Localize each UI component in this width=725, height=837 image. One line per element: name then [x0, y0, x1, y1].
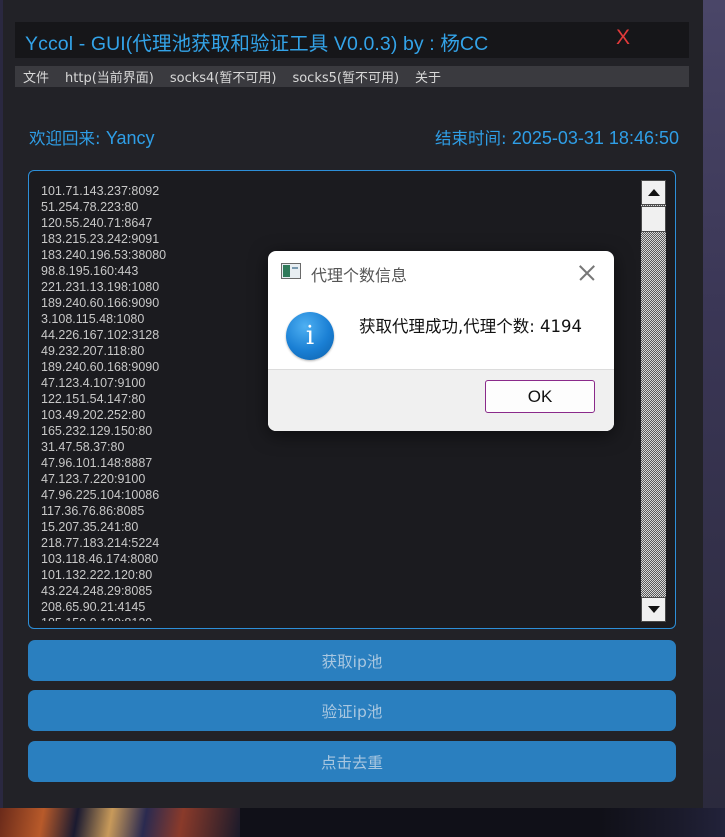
- wallpaper-art-right: [600, 808, 725, 837]
- proxy-count-dialog: 代理个数信息 i 获取代理成功,代理个数: 4194 OK: [268, 251, 614, 431]
- menu-item-about[interactable]: 关于: [407, 67, 449, 86]
- proxy-list-item[interactable]: 47.123.7.220:9100: [41, 471, 631, 487]
- proxy-list-item[interactable]: 120.55.240.71:8647: [41, 215, 631, 231]
- dialog-close-button[interactable]: [573, 259, 601, 287]
- vertical-scrollbar[interactable]: [641, 180, 666, 622]
- proxy-list-item[interactable]: 101.71.143.237:8092: [41, 183, 631, 199]
- dialog-title: 代理个数信息: [311, 266, 408, 285]
- desktop-wallpaper-bottom: [0, 808, 725, 837]
- welcome-label: 欢迎回来:: [29, 129, 106, 148]
- proxy-list-item[interactable]: 47.96.225.104:10086: [41, 487, 631, 503]
- desktop-wallpaper-strip: [703, 0, 725, 808]
- proxy-list-item[interactable]: 43.224.248.29:8085: [41, 583, 631, 599]
- dedup-button[interactable]: 点击去重: [28, 741, 676, 782]
- proxy-list-item[interactable]: 15.207.35.241:80: [41, 519, 631, 535]
- close-button[interactable]: X: [616, 26, 630, 50]
- proxy-list-item[interactable]: 185.150.0.120:8120: [41, 615, 631, 621]
- verify-ip-pool-button[interactable]: 验证ip池: [28, 690, 676, 731]
- proxy-list-item[interactable]: 183.215.23.242:9091: [41, 231, 631, 247]
- arrow-down-icon: [647, 606, 660, 613]
- proxy-list-item[interactable]: 31.47.58.37:80: [41, 439, 631, 455]
- scroll-down-button[interactable]: [641, 597, 666, 622]
- proxy-list-item[interactable]: 103.118.46.174:8080: [41, 551, 631, 567]
- scroll-up-button[interactable]: [641, 180, 666, 205]
- window-app-icon: [281, 263, 301, 279]
- scroll-thumb[interactable]: [641, 206, 666, 232]
- end-time-label: 结束时间:: [435, 129, 512, 148]
- proxy-list-item[interactable]: 101.132.222.120:80: [41, 567, 631, 583]
- proxy-list-item[interactable]: 208.65.90.21:4145: [41, 599, 631, 615]
- window-title: Yccol - GUI(代理池获取和验证工具 V0.0.3) by : 杨CC: [25, 33, 489, 55]
- ok-button[interactable]: OK: [485, 380, 595, 413]
- get-ip-pool-button[interactable]: 获取ip池: [28, 640, 676, 681]
- dialog-footer: OK: [268, 369, 614, 431]
- menu-item-socks5[interactable]: socks5(暂不可用): [284, 67, 407, 86]
- arrow-up-icon: [647, 189, 660, 196]
- menu-item-http[interactable]: http(当前界面): [57, 67, 162, 86]
- end-time: 结束时间: 2025-03-31 18:46:50: [435, 125, 679, 149]
- title-bar[interactable]: Yccol - GUI(代理池获取和验证工具 V0.0.3) by : 杨CC …: [15, 22, 689, 58]
- menu-item-file[interactable]: 文件: [15, 67, 57, 86]
- end-time-value: 2025-03-31 18:46:50: [511, 128, 679, 148]
- menu-item-socks4[interactable]: socks4(暂不可用): [162, 67, 285, 86]
- dialog-message: 获取代理成功,代理个数: 4194: [359, 317, 583, 336]
- proxy-list-item[interactable]: 117.36.76.86:8085: [41, 503, 631, 519]
- menu-bar: 文件 http(当前界面) socks4(暂不可用) socks5(暂不可用) …: [15, 66, 689, 87]
- proxy-list-item[interactable]: 51.254.78.223:80: [41, 199, 631, 215]
- username: Yancy: [105, 128, 155, 148]
- wallpaper-art: [0, 808, 240, 837]
- proxy-list-item[interactable]: 218.77.183.214:5224: [41, 535, 631, 551]
- info-icon: i: [286, 312, 334, 360]
- welcome-text: 欢迎回来: Yancy: [29, 125, 155, 149]
- proxy-list-item[interactable]: 47.96.101.148:8887: [41, 455, 631, 471]
